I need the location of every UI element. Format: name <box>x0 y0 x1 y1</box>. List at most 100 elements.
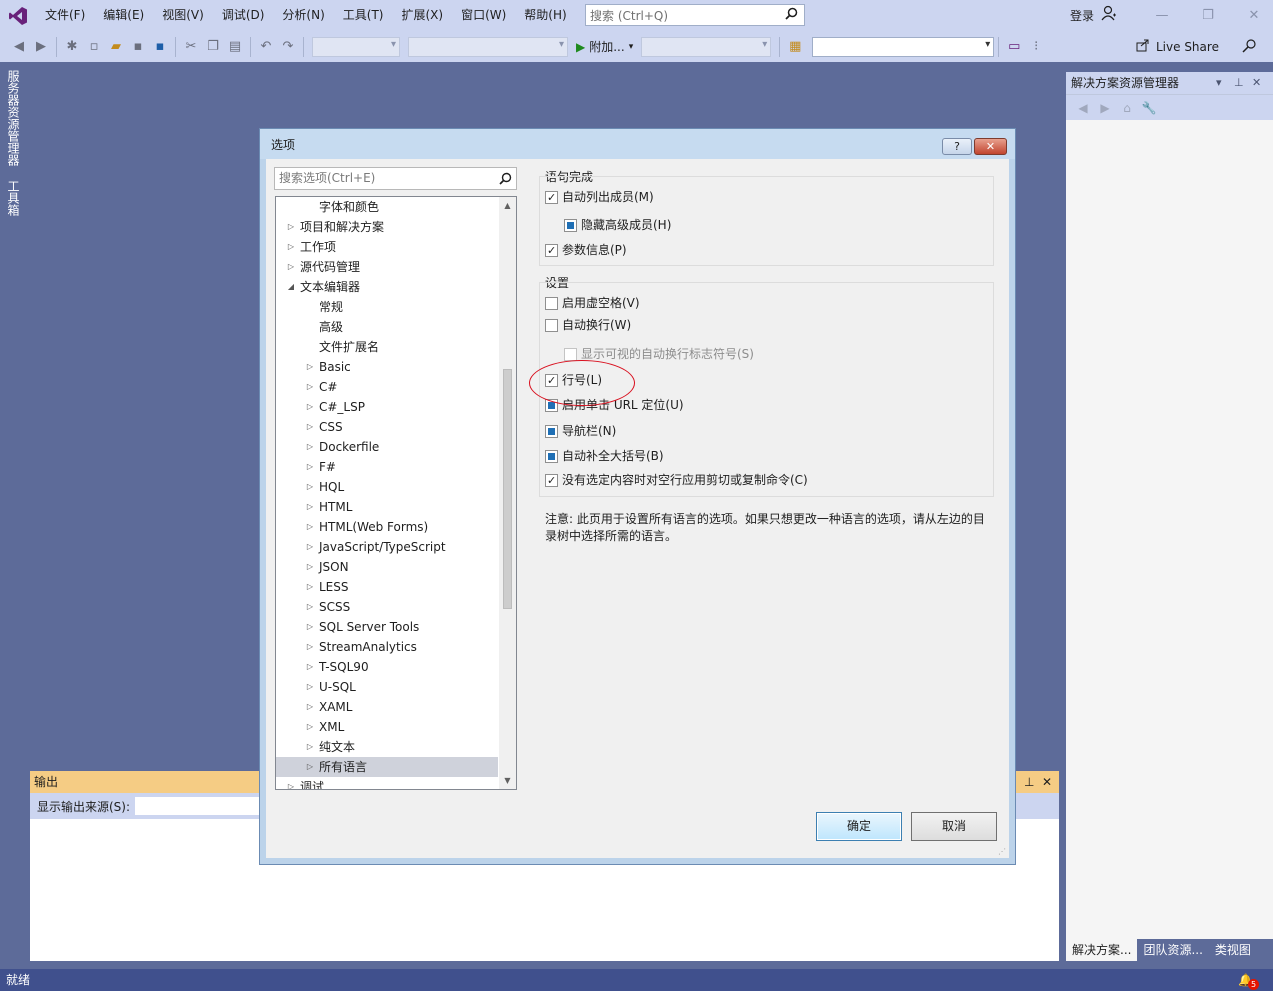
new-project-icon[interactable]: ✱ <box>61 36 83 58</box>
collapsed-arrow-icon[interactable]: ▷ <box>305 657 315 677</box>
tree-item[interactable]: ▷ HQL <box>276 477 498 497</box>
checkbox[interactable] <box>564 218 577 232</box>
forward-icon[interactable]: ▶ <box>30 36 52 58</box>
tree-item[interactable]: 字体和颜色 <box>276 197 498 217</box>
tab-team-explorer[interactable]: 团队资源... <box>1137 939 1208 961</box>
checkbox[interactable] <box>545 318 558 332</box>
collapsed-arrow-icon[interactable]: ▷ <box>286 777 296 789</box>
tree-item[interactable]: ▷ Dockerfile <box>276 437 498 457</box>
tree-item[interactable]: ▷ Basic <box>276 357 498 377</box>
tree-item[interactable]: ▷ JSON <box>276 557 498 577</box>
tree-item[interactable]: ▷ JavaScript/TypeScript <box>276 537 498 557</box>
resize-grip-icon[interactable]: ⋰ <box>998 847 1006 856</box>
tree-item[interactable]: ▷ C# <box>276 377 498 397</box>
platform-dropdown[interactable] <box>408 36 568 57</box>
tree-item[interactable]: ▷ 源代码管理 <box>276 257 498 277</box>
menu-analyze[interactable]: 分析(N) <box>273 0 333 31</box>
home-icon[interactable]: ⌂ <box>1118 101 1136 115</box>
chevron-down-icon[interactable]: ▾ <box>1216 72 1222 94</box>
output-source-dropdown[interactable] <box>134 796 265 816</box>
checkbox[interactable] <box>545 449 558 463</box>
checkbox[interactable] <box>545 372 558 390</box>
startup-item-dropdown[interactable] <box>641 36 772 57</box>
tab-solution-explorer[interactable]: 解决方案... <box>1066 939 1138 961</box>
tree-item[interactable]: ▷ SQL Server Tools <box>276 617 498 637</box>
tab-class-view[interactable]: 类视图 <box>1209 939 1257 961</box>
add-item-icon[interactable]: ▫ <box>83 36 105 58</box>
option-checkbox-row[interactable]: 没有选定内容时对空行应用剪切或复制命令(C) <box>545 471 808 490</box>
paste-icon[interactable]: ▤ <box>224 36 246 58</box>
collapsed-arrow-icon[interactable]: ▷ <box>305 697 315 717</box>
menu-view[interactable]: 视图(V) <box>153 0 213 31</box>
menu-debug[interactable]: 调试(D) <box>213 0 274 31</box>
tree-item[interactable]: ▷ XAML <box>276 697 498 717</box>
checkbox[interactable] <box>545 242 558 260</box>
tree-item[interactable]: ▷ HTML(Web Forms) <box>276 517 498 537</box>
tree-item[interactable]: ▷ LESS <box>276 577 498 597</box>
tree-item[interactable]: ▷ SCSS <box>276 597 498 617</box>
checkbox[interactable] <box>545 296 558 310</box>
close-icon[interactable]: ✕ <box>1252 72 1261 94</box>
option-checkbox-row[interactable]: 自动补全大括号(B) <box>545 447 664 465</box>
ok-button[interactable]: 确定 <box>816 812 902 841</box>
open-file-icon[interactable]: ▰ <box>105 36 127 58</box>
collapsed-arrow-icon[interactable]: ▷ <box>305 617 315 637</box>
collapsed-arrow-icon[interactable]: ▷ <box>305 517 315 537</box>
cut-icon[interactable]: ✂ <box>180 36 202 58</box>
redo-icon[interactable]: ↷ <box>277 36 299 58</box>
attach-button[interactable]: ▶ 附加... ▾ <box>576 38 633 55</box>
collapsed-arrow-icon[interactable]: ▷ <box>305 417 315 437</box>
collapsed-arrow-icon[interactable]: ▷ <box>305 377 315 397</box>
help-button[interactable]: ? <box>942 138 972 155</box>
back-icon[interactable]: ◀ <box>8 36 30 58</box>
pin-icon[interactable]: ⊥ <box>1234 72 1244 94</box>
save-icon[interactable]: ▪ <box>127 36 149 58</box>
menu-window[interactable]: 窗口(W) <box>452 0 515 31</box>
collapsed-arrow-icon[interactable]: ▷ <box>305 357 315 377</box>
tree-item[interactable]: 文件扩展名 <box>276 337 498 357</box>
checkbox[interactable] <box>545 398 558 412</box>
option-checkbox-row[interactable]: 隐藏高级成员(H) <box>564 216 671 234</box>
option-checkbox-row[interactable]: 启用单击 URL 定位(U) <box>545 396 684 414</box>
checkbox[interactable] <box>545 424 558 438</box>
wrench-icon[interactable]: 🔧 <box>1140 101 1158 115</box>
collapsed-arrow-icon[interactable]: ▷ <box>305 597 315 617</box>
option-checkbox-row[interactable]: 行号(L) <box>545 371 602 390</box>
menu-tools[interactable]: 工具(T) <box>334 0 393 31</box>
tree-item[interactable]: ▷ 所有语言 <box>276 757 498 777</box>
cancel-button[interactable]: 取消 <box>911 812 997 841</box>
tree-item[interactable]: ▷ StreamAnalytics <box>276 637 498 657</box>
menu-file[interactable]: 文件(F) <box>36 0 94 31</box>
restore-button[interactable]: ❐ <box>1198 6 1218 26</box>
collapsed-arrow-icon[interactable]: ▷ <box>305 477 315 497</box>
find-combo[interactable] <box>812 36 995 57</box>
collapsed-arrow-icon[interactable]: ▷ <box>305 677 315 697</box>
tree-item[interactable]: 常规 <box>276 297 498 317</box>
close-window-button[interactable]: ✕ <box>1244 6 1264 26</box>
collapsed-arrow-icon[interactable]: ▷ <box>305 577 315 597</box>
tree-item[interactable]: ▷ T-SQL90 <box>276 657 498 677</box>
tree-item[interactable]: ▷ 纯文本 <box>276 737 498 757</box>
option-checkbox-row[interactable]: 自动列出成员(M) <box>545 188 654 207</box>
tree-item[interactable]: ▷ XML <box>276 717 498 737</box>
tree-item[interactable]: ▷ 工作项 <box>276 237 498 257</box>
tree-item[interactable]: ▷ F# <box>276 457 498 477</box>
collapsed-arrow-icon[interactable]: ▷ <box>305 637 315 657</box>
server-explorer-tab[interactable]: 服务器资源管理器 <box>5 70 22 166</box>
collapsed-arrow-icon[interactable]: ▷ <box>286 257 296 277</box>
collapsed-arrow-icon[interactable]: ▷ <box>305 717 315 737</box>
forward-icon[interactable]: ▶ <box>1096 101 1114 115</box>
menu-help[interactable]: 帮助(H) <box>515 0 575 31</box>
checkbox[interactable] <box>545 189 558 207</box>
expanded-arrow-icon[interactable]: ◢ <box>286 277 296 297</box>
minimize-button[interactable]: — <box>1152 6 1172 26</box>
feedback-icon[interactable] <box>1241 38 1257 57</box>
toolbar-options-icon[interactable]: ⁝ <box>1025 36 1047 58</box>
option-checkbox-row[interactable]: 导航栏(N) <box>545 422 616 440</box>
save-all-icon[interactable]: ▪ <box>149 36 171 58</box>
tree-item[interactable]: ▷ 项目和解决方案 <box>276 217 498 237</box>
tree-item[interactable]: ▷ CSS <box>276 417 498 437</box>
device-icon[interactable]: ▭ <box>1003 36 1025 58</box>
tree-item[interactable]: 高级 <box>276 317 498 337</box>
collapsed-arrow-icon[interactable]: ▷ <box>305 557 315 577</box>
